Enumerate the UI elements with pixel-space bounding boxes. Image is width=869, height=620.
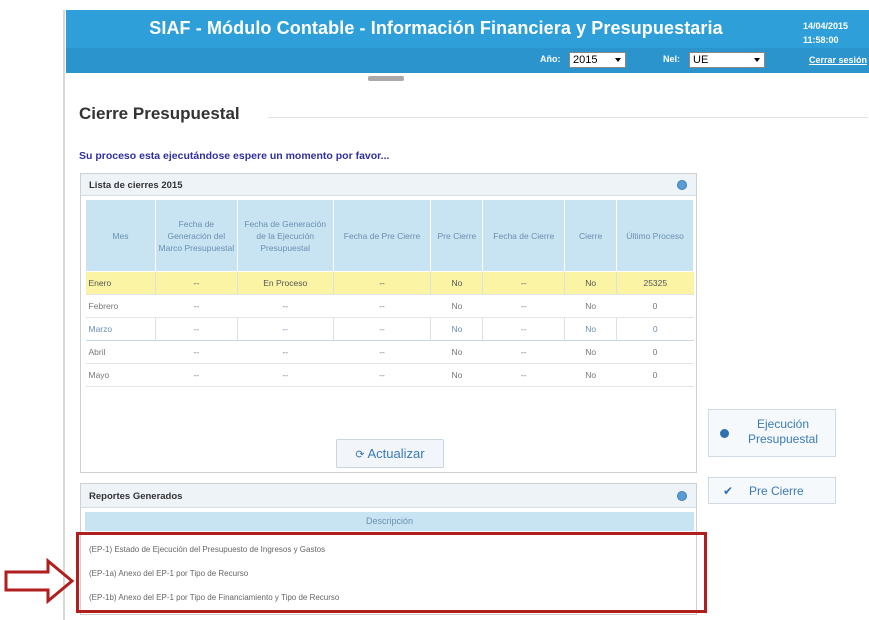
- pointer-arrow-icon: [4, 558, 75, 604]
- descripcion-column-header[interactable]: Descripción: [85, 512, 694, 531]
- table-cell: No: [430, 317, 483, 341]
- ejecucion-presupuestal-button[interactable]: Ejecución Presupuestal: [708, 409, 836, 457]
- table-cell: Febrero: [85, 294, 156, 318]
- table-cell: --: [237, 363, 334, 387]
- table-header-row: Mes Fecha de Generación del Marco Presup…: [85, 199, 694, 272]
- table-cell: 25325: [616, 271, 694, 295]
- table-cell: 0: [616, 317, 694, 341]
- pre-cierre-button-label: Pre Cierre: [749, 484, 804, 498]
- table-cell: --: [332, 317, 431, 341]
- table-cell: No: [430, 271, 483, 295]
- table-cell: --: [155, 294, 238, 318]
- table-cell: 0: [616, 294, 694, 318]
- refresh-icon: ⟳: [355, 449, 365, 461]
- nivel-select-value: UE: [693, 54, 709, 66]
- logout-link[interactable]: Cerrar sesión: [809, 55, 867, 65]
- app-header: SIAF - Módulo Contable - Información Fin…: [66, 10, 869, 73]
- table-cell: No: [564, 340, 617, 364]
- chevron-down-icon: [754, 58, 760, 62]
- year-label: Año:: [540, 54, 561, 64]
- left-border: [63, 10, 65, 620]
- table-cell: --: [482, 294, 565, 318]
- refresh-button[interactable]: ⟳ Actualizar: [336, 439, 444, 468]
- year-select[interactable]: 2015: [569, 52, 626, 68]
- table-cell: --: [237, 294, 334, 318]
- table-cell: --: [482, 317, 565, 341]
- app-title: SIAF - Módulo Contable - Información Fin…: [149, 18, 723, 38]
- table-cell: --: [333, 340, 431, 364]
- table-cell: No: [564, 294, 617, 318]
- table-cell: 0: [616, 363, 694, 387]
- table-cell: --: [332, 271, 431, 295]
- table-cell: --: [333, 363, 431, 387]
- table-cell: Enero: [85, 271, 156, 295]
- reportes-panel-header: Reportes Generados: [81, 484, 696, 508]
- header-datetime: 14/04/2015 11:58:00: [803, 19, 867, 47]
- table-cell: Marzo: [85, 317, 156, 341]
- reports-highlight-box: [76, 532, 707, 613]
- circle-icon: [720, 429, 729, 438]
- column-header[interactable]: Fecha de Generación del Marco Presupuest…: [154, 199, 238, 272]
- table-cell: No: [430, 340, 483, 364]
- column-header[interactable]: Fecha de Pre Cierre: [332, 199, 432, 272]
- table-cell: Abril: [85, 340, 156, 364]
- panel-tool-icon[interactable]: [677, 491, 687, 501]
- chevron-down-icon: [615, 58, 621, 62]
- resize-grip[interactable]: [368, 76, 404, 81]
- table-cell: No: [430, 363, 483, 387]
- cierres-panel: Lista de cierres 2015 Mes Fecha de Gener…: [80, 173, 697, 473]
- table-cell: No: [564, 317, 617, 341]
- table-row[interactable]: Abril -- -- -- No -- No 0: [85, 340, 694, 364]
- year-select-value: 2015: [573, 54, 598, 66]
- table-row[interactable]: Enero -- En Proceso -- No -- No 25325: [85, 271, 694, 295]
- pre-cierre-button[interactable]: ✔ Pre Cierre: [708, 477, 836, 504]
- column-header[interactable]: Cierre: [564, 199, 618, 272]
- table-row[interactable]: Febrero -- -- -- No -- No 0: [85, 294, 694, 318]
- nivel-select[interactable]: UE: [689, 52, 765, 68]
- table-cell: --: [482, 340, 565, 364]
- table-row[interactable]: Mayo -- -- -- No -- No 0: [85, 363, 694, 387]
- table-cell: No: [564, 271, 617, 295]
- ejecucion-label-line1: Ejecución: [756, 417, 810, 431]
- column-header[interactable]: Mes: [85, 199, 156, 272]
- column-header[interactable]: Fecha de Cierre: [482, 199, 566, 272]
- refresh-button-label: Actualizar: [367, 446, 425, 461]
- table-cell: --: [236, 317, 334, 341]
- table-cell: --: [155, 363, 238, 387]
- siaf-window: SIAF - Módulo Contable - Información Fin…: [0, 0, 869, 620]
- table-cell: --: [237, 340, 334, 364]
- cierres-panel-header: Lista de cierres 2015: [81, 174, 696, 196]
- panel-tool-icon[interactable]: [677, 180, 687, 190]
- table-cell: --: [482, 271, 565, 295]
- table-cell: --: [482, 363, 565, 387]
- title-divider: [268, 117, 868, 118]
- table-cell: Mayo: [85, 363, 156, 387]
- ejecucion-button-label: Ejecución Presupuestal: [735, 417, 831, 447]
- reportes-panel-title: Reportes Generados: [89, 491, 183, 502]
- header-date: 14/04/2015: [803, 21, 849, 31]
- page-title: Cierre Presupuestal: [79, 104, 240, 123]
- table-cell: En Proceso: [236, 271, 334, 295]
- cierres-panel-title: Lista de cierres 2015: [89, 180, 183, 191]
- processing-message: Su proceso esta ejecutándose espere un m…: [79, 150, 390, 162]
- table-cell: 0: [616, 340, 694, 364]
- table-cell: --: [154, 271, 238, 295]
- check-icon: ✔: [723, 484, 734, 498]
- table-row[interactable]: Marzo -- -- -- No -- No 0: [85, 317, 694, 341]
- table-cell: No: [564, 363, 617, 387]
- table-cell: --: [155, 340, 238, 364]
- column-header[interactable]: Último Proceso: [616, 199, 694, 272]
- table-cell: No: [430, 294, 483, 318]
- column-header[interactable]: Pre Cierre: [430, 199, 484, 272]
- cierres-table: Mes Fecha de Generación del Marco Presup…: [85, 199, 694, 387]
- table-cell: --: [154, 317, 238, 341]
- header-time: 11:58:00: [803, 35, 839, 45]
- table-cell: --: [333, 294, 431, 318]
- nivel-label: Nel:: [663, 54, 681, 64]
- ejecucion-label-line2: Presupuestal: [747, 432, 819, 446]
- column-header[interactable]: Fecha de Generación de la Ejecución Pres…: [236, 199, 334, 272]
